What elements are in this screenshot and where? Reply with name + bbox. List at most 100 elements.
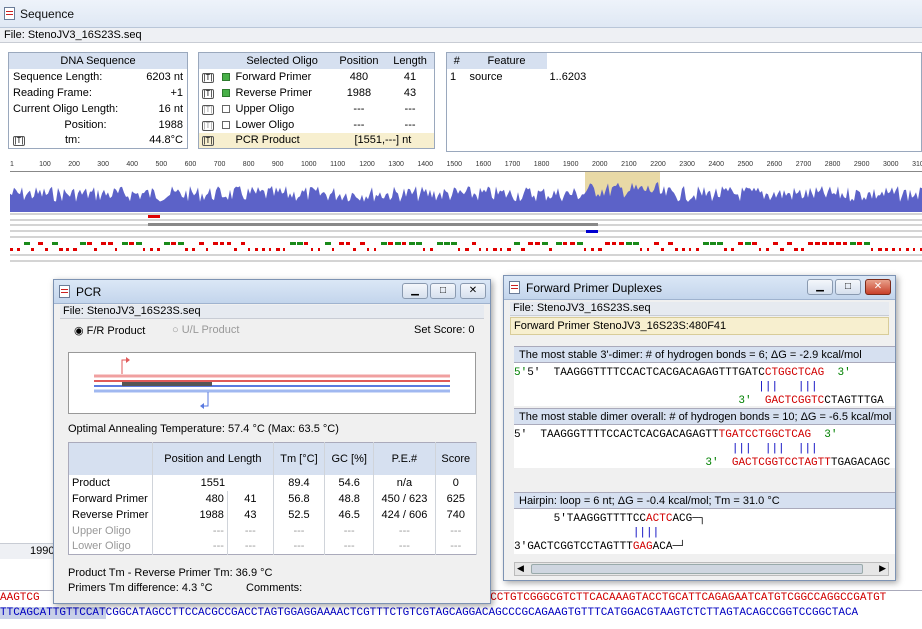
position-value: 1988: [158, 118, 183, 131]
ruler-tick-label: 300: [97, 161, 109, 168]
pcr-results-table: Position and Length Tm [°C] GC [%] P.E.#…: [68, 442, 478, 555]
pcr-product-row[interactable]: |T| PCR Product [1551,---] nt: [198, 132, 435, 149]
orf-mark: [402, 242, 406, 245]
ruler-tick-label: 310: [912, 161, 922, 168]
orf-mark: [80, 242, 86, 245]
minimize-button[interactable]: ▁: [402, 283, 428, 299]
scroll-right-arrow[interactable]: ▶: [879, 563, 886, 574]
oligo-tracks[interactable]: [10, 212, 922, 264]
fpd-file: File: StenoJV3_16S23S.seq: [510, 302, 889, 316]
dna-sequence-table: DNA Sequence Sequence Length: 6203 nt Rea…: [8, 52, 188, 149]
sequence-ruler[interactable]: 1 100 200 300 400 500 600 700 800 900 1000 1100 1200…: [10, 160, 922, 172]
dna-header: DNA Sequence: [8, 52, 188, 69]
orf-mark: [857, 242, 862, 245]
ruler-tick-label: 200: [68, 161, 80, 168]
orf-mark: [507, 248, 511, 251]
hairpin-section: Hairpin: loop = 6 nt; ΔG = -0.4 kcal/mol…: [514, 492, 895, 554]
feature-row[interactable]: 1 source 1..6203: [447, 69, 922, 85]
orf-mark: [24, 242, 30, 245]
minimize-button[interactable]: ▁: [807, 279, 833, 295]
ruler-tick-label: 400: [126, 161, 139, 168]
orf-mark: [682, 248, 685, 251]
oligo-row[interactable]: |T| Upper Oligo --- ---: [199, 101, 435, 117]
orf-mark: [619, 242, 624, 245]
reading-frame-value[interactable]: +1: [137, 85, 188, 101]
tm-icon[interactable]: |T|: [202, 136, 214, 147]
pcr-title-bar[interactable]: PCR ▁ □ ✕: [54, 280, 490, 304]
orf-mark: [115, 248, 117, 251]
comments-label: Comments:: [246, 582, 303, 594]
orf-mark: [577, 242, 583, 245]
primers-tm-diff: Primers Tm difference: 4.3 °C: [68, 582, 213, 594]
checkbox-reverse[interactable]: [221, 88, 230, 97]
tm-icon[interactable]: |T|: [202, 88, 214, 99]
orf-mark: [395, 242, 401, 245]
orf-mark: [878, 248, 882, 251]
ruler-tick-label: 1400: [417, 161, 433, 168]
orf-mark: [563, 242, 567, 245]
orf-mark: [66, 248, 69, 251]
scroll-left-arrow[interactable]: ◀: [517, 563, 524, 574]
scroll-thumb[interactable]: [531, 564, 863, 574]
orf-mark: [822, 242, 827, 245]
fpd-title-bar[interactable]: Forward Primer Duplexes ▁ □ ✕: [504, 276, 895, 300]
close-button[interactable]: ✕: [865, 279, 891, 295]
orf-mark: [318, 248, 320, 251]
orf-mark: [787, 242, 792, 245]
radio-fr-product[interactable]: ◉ F/R Product: [74, 324, 145, 337]
gc-graph[interactable]: [10, 172, 922, 212]
set-score[interactable]: Set Score: 0: [414, 324, 475, 336]
orf-mark: [52, 242, 58, 245]
maximize-button[interactable]: □: [835, 279, 861, 295]
orf-mark: [633, 242, 639, 245]
orf-mark: [591, 248, 594, 251]
maximize-button[interactable]: □: [430, 283, 456, 299]
oligo-row[interactable]: |T| Lower Oligo --- ---: [199, 117, 435, 133]
oligo-row[interactable]: |T| Forward Primer 480 41: [199, 69, 435, 85]
reverse-primer-mark[interactable]: [586, 230, 598, 233]
checkbox-forward[interactable]: [221, 72, 230, 81]
orf-mark: [528, 242, 533, 245]
ruler-tick-label: 2900: [853, 161, 870, 168]
orf-mark: [703, 242, 709, 245]
orf-mark: [486, 248, 488, 251]
orf-mark: [710, 242, 716, 245]
orf-mark: [430, 248, 433, 251]
orf-mark: [472, 242, 476, 245]
pcr-row-lower[interactable]: Lower Oligo --- --- --- --- --- ---: [68, 538, 478, 555]
forward-primer-mark[interactable]: [148, 215, 160, 218]
orf-mark: [829, 242, 834, 245]
checkbox-upper[interactable]: [221, 104, 230, 113]
orf-mark: [374, 248, 376, 251]
pcr-row-product[interactable]: Product 1551 89.4 54.6 n/a 0: [68, 474, 478, 491]
ruler-tick-label: 500: [155, 161, 168, 168]
orf-mark: [717, 242, 723, 245]
horizontal-scrollbar[interactable]: ◀ ▶: [514, 562, 889, 576]
orf-mark: [367, 248, 369, 251]
orf-mark: [108, 242, 113, 245]
orf-mark: [304, 242, 308, 245]
checkbox-lower[interactable]: [221, 120, 230, 129]
tm-label: tm:: [65, 134, 81, 147]
forward-primer-duplexes-window[interactable]: Forward Primer Duplexes ▁ □ ✕ File: Sten…: [503, 275, 896, 581]
pcr-row-reverse[interactable]: Reverse Primer 1988 43 52.5 46.5 424 / 606 740: [68, 506, 478, 523]
tm-icon[interactable]: |T|: [13, 136, 25, 147]
orf-mark: [570, 242, 575, 245]
pcr-product-bar[interactable]: [148, 223, 598, 226]
oligo-row[interactable]: |T| Reverse Primer 1988 43: [199, 85, 435, 101]
orf-mark: [906, 248, 909, 251]
pcr-row-upper[interactable]: Upper Oligo --- --- --- --- --- ---: [68, 522, 478, 539]
pcr-window[interactable]: PCR ▁ □ ✕ File: StenoJV3_16S23S.seq ◉ F/…: [53, 279, 491, 604]
orf-mark: [213, 242, 218, 245]
gc-profile: [10, 182, 922, 212]
close-button[interactable]: ✕: [460, 283, 486, 299]
position-label: Position:: [64, 118, 107, 131]
fpd-subtitle: Forward Primer StenoJV3_16S23S:480F41: [510, 317, 889, 335]
orf-mark: [122, 242, 128, 245]
pcr-row-forward[interactable]: Forward Primer 480 41 56.8 48.8 450 / 623 625: [68, 490, 478, 507]
radio-ul-product[interactable]: ○ U/L Product: [172, 324, 239, 336]
orf-mark: [493, 248, 497, 251]
tm-icon[interactable]: |T|: [202, 72, 214, 83]
orf-mark: [171, 242, 176, 245]
orf-mark: [136, 242, 142, 245]
